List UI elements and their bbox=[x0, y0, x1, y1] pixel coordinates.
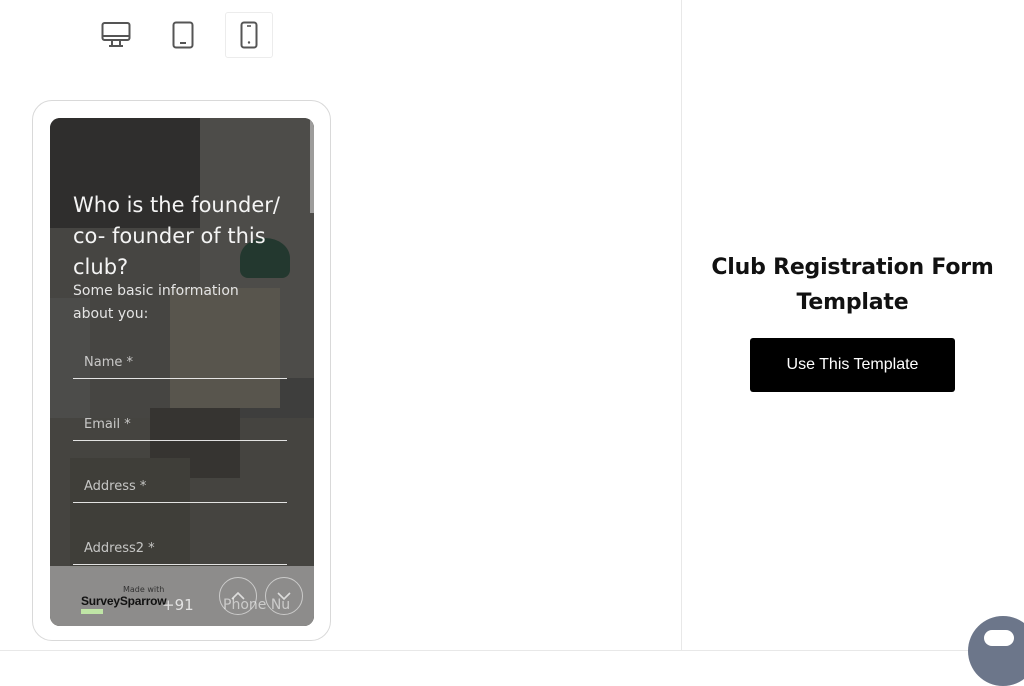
preview-footer: Made with SurveySparrow +91 Phone Nu bbox=[50, 566, 314, 626]
preview-scrollbar[interactable] bbox=[310, 118, 314, 213]
tablet-icon bbox=[172, 21, 194, 49]
name-field bbox=[73, 346, 287, 379]
brand-logo[interactable]: SurveySparrow bbox=[81, 594, 167, 608]
form-preview-screen: Who is the founder/ co- founder of this … bbox=[50, 118, 314, 626]
phone-country-code[interactable]: +91 bbox=[162, 596, 194, 614]
chat-icon bbox=[984, 630, 1014, 646]
chevron-down-icon bbox=[277, 592, 291, 601]
desktop-icon bbox=[101, 22, 131, 47]
template-title: Club Registration Form Template bbox=[711, 255, 994, 315]
email-field bbox=[73, 408, 287, 441]
bottom-border bbox=[0, 650, 1024, 651]
question-title: Who is the founder/ co- founder of this … bbox=[73, 193, 281, 279]
made-with-label: Made with bbox=[123, 585, 165, 594]
desktop-view-button[interactable] bbox=[92, 12, 140, 58]
question-subtitle: Some basic information about you: bbox=[73, 283, 239, 322]
tablet-view-button[interactable] bbox=[159, 12, 207, 58]
brand-logo-mark bbox=[81, 609, 103, 614]
mobile-icon bbox=[240, 21, 258, 49]
pane-divider bbox=[681, 0, 682, 650]
next-question-button[interactable] bbox=[265, 577, 303, 615]
address2-input[interactable] bbox=[73, 532, 287, 564]
mobile-view-button[interactable] bbox=[225, 12, 273, 58]
name-input[interactable] bbox=[73, 346, 287, 378]
email-input[interactable] bbox=[73, 408, 287, 440]
address2-field bbox=[73, 532, 287, 565]
chat-widget-button[interactable] bbox=[968, 616, 1024, 686]
preview-pane: Who is the founder/ co- founder of this … bbox=[0, 0, 681, 656]
use-template-button[interactable]: Use This Template bbox=[750, 338, 955, 392]
previous-question-button[interactable] bbox=[219, 577, 257, 615]
address-input[interactable] bbox=[73, 470, 287, 502]
address-field bbox=[73, 470, 287, 503]
chevron-up-icon bbox=[231, 591, 245, 600]
